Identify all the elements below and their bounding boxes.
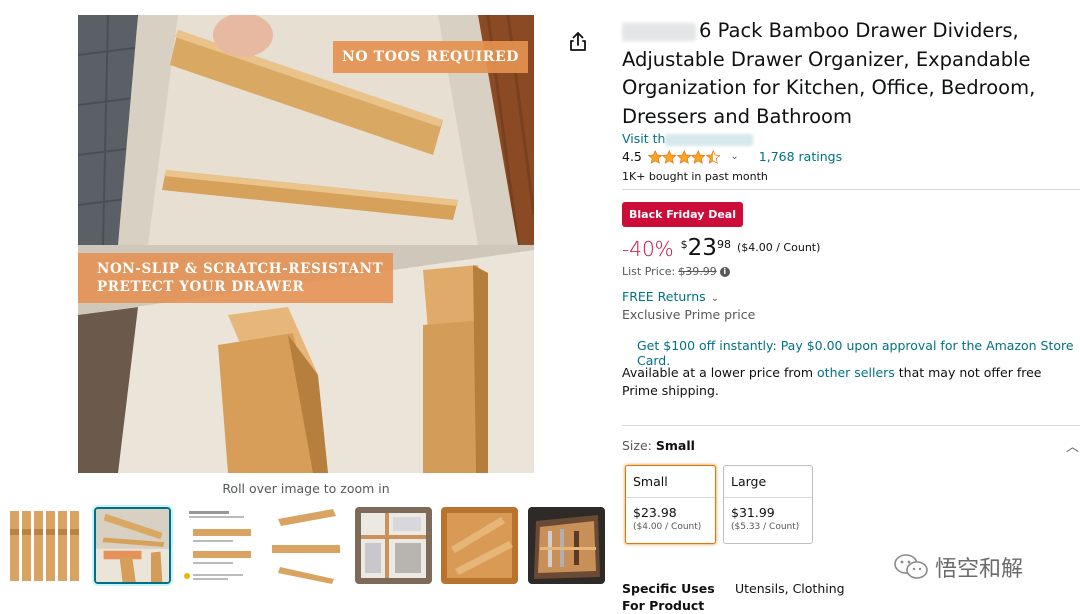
visit-store-link[interactable]: Visit th: [622, 131, 754, 146]
star-icon: [647, 149, 663, 164]
thumbnail-divider-dimensions-image: [268, 507, 345, 584]
specific-uses-value: Utensils, Clothing: [735, 581, 845, 596]
thumbnail-divider-dimensions[interactable]: [268, 507, 345, 584]
divider-top: [622, 189, 1080, 190]
watermark-text: 悟空和解: [935, 557, 1024, 582]
ratings-count-link[interactable]: 1,768 ratings: [759, 149, 842, 164]
list-price-label: List Price:: [622, 265, 676, 278]
wechat-icon: [894, 554, 928, 579]
specific-uses-row: Specific Uses For Product Utensils, Clot…: [622, 580, 845, 614]
rating-value: 4.5: [622, 149, 642, 164]
banner-no-tools: NO TOOS REQUIRED: [333, 41, 528, 73]
info-icon[interactable]: i: [719, 266, 730, 277]
unit-price: ($4.00 / Count): [736, 241, 821, 254]
free-returns-link[interactable]: FREE Returns ⌄: [622, 289, 719, 304]
redacted-store-name: [665, 133, 754, 146]
product-title: 6 Pack Bamboo Drawer Dividers, Adjustabl…: [622, 17, 1072, 131]
main-image-illustration: [78, 15, 534, 473]
exclusive-prime-price: Exclusive Prime price: [622, 307, 756, 322]
specific-uses-label: Specific Uses For Product: [622, 581, 715, 613]
black-friday-deal-badge: Black Friday Deal: [622, 202, 743, 227]
size-option-small[interactable]: Small $23.98 ($4.00 / Count): [625, 465, 716, 544]
thumbnail-drawer-packed[interactable]: [355, 507, 432, 584]
thumbnail-drawer-utensils-image: [441, 507, 518, 584]
main-product-image[interactable]: NO TOOS REQUIRED NON-SLIP & SCRATCH-RESI…: [78, 15, 534, 473]
price-row: -40% $ 23 98 ($4.00 / Count): [622, 235, 820, 261]
thumbnail-drawer-packed-image: [355, 507, 432, 584]
list-price-value: $39.99: [678, 265, 717, 278]
star-icon: [705, 149, 721, 164]
thumbnail-dividers-standing-image: [8, 507, 85, 584]
star-icon: [676, 149, 692, 164]
visit-store-link-text: Visit th: [622, 131, 666, 146]
banner-non-slip: NON-SLIP & SCRATCH-RESISTANT PRETECT YOU…: [78, 253, 393, 303]
size-option-name: Large: [724, 466, 812, 498]
thumbnail-size-guide-image: [181, 507, 258, 584]
rating-row: 4.5 ⌄ 1,768 ratings: [622, 149, 842, 164]
thumbnail-drawer-utensils[interactable]: [441, 507, 518, 584]
banner-non-slip-line1: NON-SLIP & SCRATCH-RESISTANT: [97, 261, 384, 277]
wechat-watermark: 悟空和解: [893, 551, 1023, 583]
price-whole: 23: [687, 235, 717, 261]
thumbnail-drawer-kitchen[interactable]: [528, 507, 605, 584]
size-option-large[interactable]: Large $31.99 ($5.33 / Count): [723, 465, 813, 544]
size-option-unit-price: ($4.00 / Count): [633, 522, 702, 532]
thumbnail-drawer-closeup[interactable]: [94, 507, 171, 584]
bought-past-month: 1K+ bought in past month: [622, 170, 768, 183]
size-selector-label: Size: Small: [622, 438, 695, 453]
zoom-hint: Roll over image to zoom in: [222, 481, 390, 496]
other-sellers-link[interactable]: other sellers: [817, 365, 895, 380]
chevron-down-icon[interactable]: ⌄: [730, 151, 738, 162]
size-option-price: $31.99: [731, 505, 775, 520]
size-selected-value: Small: [655, 438, 695, 453]
divider-size: [622, 425, 1080, 426]
thumbnail-dividers-standing[interactable]: [8, 507, 85, 584]
banner-non-slip-line2: PRETECT YOUR DRAWER: [97, 279, 305, 295]
lower-price-notice: Available at a lower price from other se…: [622, 364, 1074, 400]
thumbnail-size-guide[interactable]: [181, 507, 258, 584]
chevron-up-icon[interactable]: ︿: [1066, 436, 1079, 455]
star-icon: [662, 149, 677, 164]
size-option-price: $23.98: [633, 505, 677, 520]
thumbnail-drawer-closeup-image: [96, 509, 169, 582]
star-rating-icon[interactable]: [647, 149, 721, 164]
size-option-unit-price: ($5.33 / Count): [731, 522, 800, 532]
thumbnail-drawer-kitchen-image: [528, 507, 605, 584]
redacted-brand: [622, 22, 696, 41]
share-icon[interactable]: [566, 30, 590, 54]
size-option-name: Small: [626, 466, 715, 498]
chevron-down-icon: ⌄: [710, 293, 720, 304]
discount-percent: -40%: [622, 237, 674, 261]
list-price-row: List Price: $39.99 i: [622, 265, 730, 278]
price-fraction: 98: [716, 238, 731, 251]
price-currency: $: [680, 238, 688, 251]
star-icon: [691, 149, 706, 164]
free-returns-text: FREE Returns: [622, 289, 706, 304]
current-price: $ 23 98: [681, 235, 731, 261]
size-label: Size:: [622, 438, 656, 453]
lower-price-prefix: Available at a lower price from: [622, 365, 818, 380]
